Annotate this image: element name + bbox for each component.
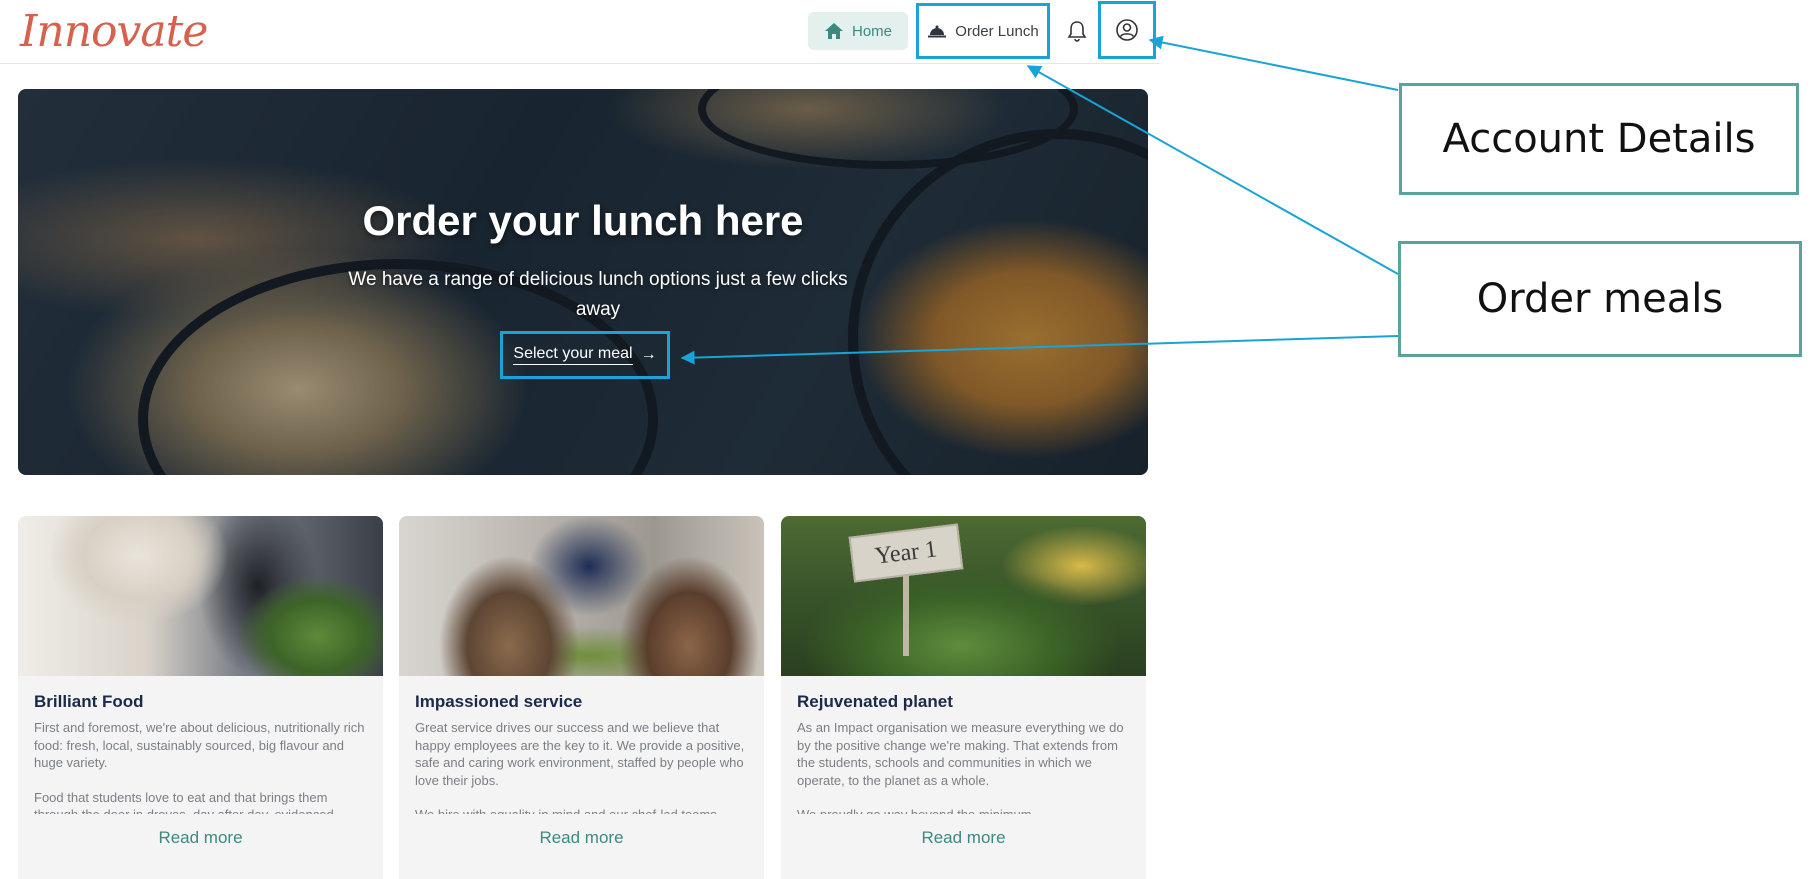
card-paragraph: We hire with equality in mind and our ch… <box>415 806 751 814</box>
card-body: As an Impact organisation we measure eve… <box>797 719 1133 814</box>
card-paragraph: We proudly go way beyond the minimum <box>797 806 1133 814</box>
select-meal-button[interactable]: Select your meal → <box>500 331 670 379</box>
notifications-button[interactable] <box>1062 16 1092 46</box>
bell-icon <box>1067 21 1087 42</box>
hero-subtitle: We have a range of delicious lunch optio… <box>348 269 848 320</box>
select-meal-label: Select your meal <box>513 345 633 365</box>
card-image-chef <box>18 516 383 676</box>
card-paragraph: As an Impact organisation we measure eve… <box>797 720 1124 788</box>
account-button[interactable] <box>1098 1 1156 59</box>
year-sign: Year 1 <box>848 523 964 583</box>
top-navbar: Innovate Home Order Lunch <box>0 0 1814 64</box>
hero-title: Order your lunch here <box>362 197 804 244</box>
card-title: Brilliant Food <box>34 692 144 711</box>
cloche-icon <box>928 25 947 38</box>
callout-account-details: Account Details <box>1399 83 1799 195</box>
card-rejuvenated-planet: Year 1 Rejuvenated planet As an Impact o… <box>781 516 1146 879</box>
header-divider <box>0 63 1160 64</box>
card-body: First and foremost, we're about deliciou… <box>34 719 370 814</box>
card-paragraph: First and foremost, we're about deliciou… <box>34 720 365 770</box>
card-title: Rejuvenated planet <box>797 692 953 711</box>
nav-home-label: Home <box>851 22 892 40</box>
nav-home-button[interactable]: Home <box>808 12 908 50</box>
card-title: Impassioned service <box>415 692 583 711</box>
card-body: Great service drives our success and we … <box>415 719 751 814</box>
read-more-link[interactable]: Read more <box>399 828 764 848</box>
card-impassioned-service: Impassioned service Great service drives… <box>399 516 764 879</box>
card-paragraph: Food that students love to eat and that … <box>34 789 334 815</box>
card-image-server <box>399 516 764 676</box>
card-image-garden: Year 1 <box>781 516 1146 676</box>
card-paragraph: Great service drives our success and we … <box>415 720 745 788</box>
read-more-link[interactable]: Read more <box>18 828 383 848</box>
arrow-right-icon: → <box>640 346 657 363</box>
callout-order-meals: Order meals <box>1398 241 1802 357</box>
sign-post <box>903 576 909 656</box>
nav-order-lunch-label: Order Lunch <box>955 22 1039 40</box>
innovate-logo[interactable]: Innovate <box>20 6 208 57</box>
user-circle-icon <box>1116 19 1138 41</box>
nav-order-lunch-button[interactable]: Order Lunch <box>916 3 1050 59</box>
card-brilliant-food: Brilliant Food First and foremost, we're… <box>18 516 383 879</box>
home-icon <box>824 23 843 39</box>
hero-banner: Order your lunch here We have a range of… <box>18 89 1148 475</box>
read-more-link[interactable]: Read more <box>781 828 1146 848</box>
